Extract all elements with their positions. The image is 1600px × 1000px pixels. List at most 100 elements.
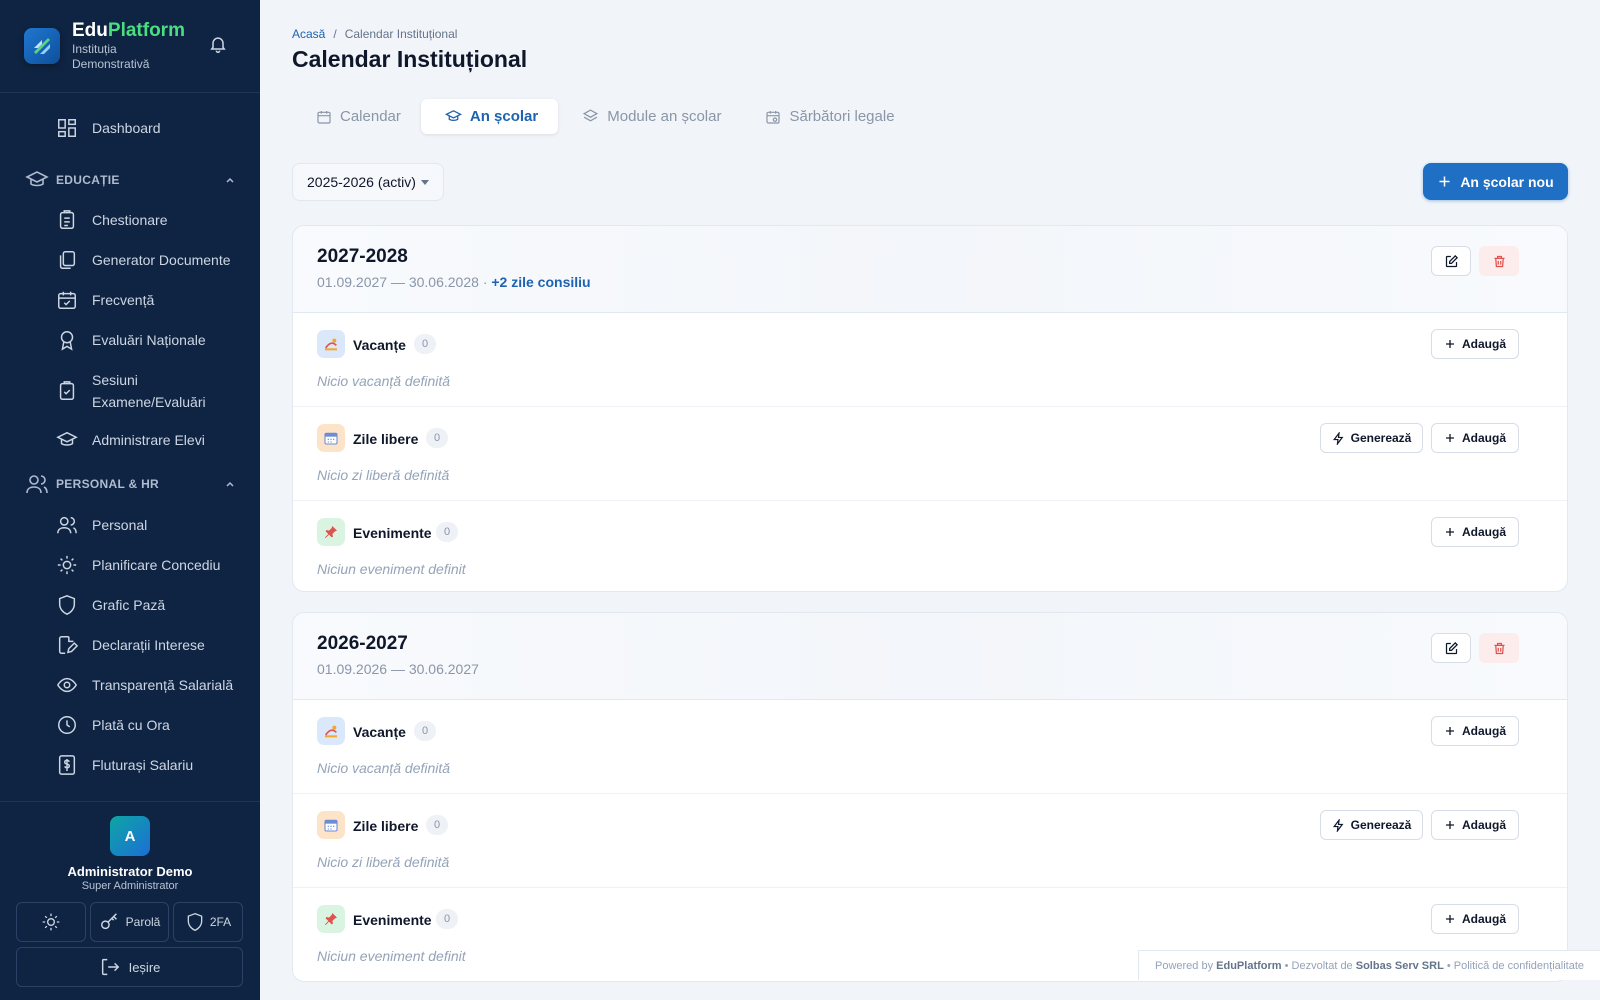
theme-toggle-button[interactable] xyxy=(16,902,86,942)
sidebar-item-personal[interactable]: Personal xyxy=(56,514,147,536)
footer-dev-prefix: • Dezvoltat de xyxy=(1284,959,1353,972)
empty-state-text: Niciun eveniment definit xyxy=(317,561,466,577)
button-label: Generează xyxy=(1350,818,1412,832)
tab-label: An școlar xyxy=(469,108,539,125)
free-days-section: Zile libere 0 Nicio zi liberă definită G… xyxy=(293,794,1567,888)
vacation-icon xyxy=(317,717,345,745)
add-event-button[interactable]: Adaugă xyxy=(1431,517,1519,547)
sidebar-item-label: Plată cu Ora xyxy=(92,717,170,733)
bell-icon[interactable] xyxy=(208,34,228,54)
sidebar-item-declaratii-interese[interactable]: Declarații Interese xyxy=(56,634,205,656)
button-label: Adaugă xyxy=(1461,912,1506,926)
delete-button[interactable] xyxy=(1479,246,1519,276)
plus-icon xyxy=(1444,432,1456,444)
password-button[interactable]: Parolă xyxy=(90,902,169,942)
footer-brand: EduPlatform xyxy=(1216,959,1282,972)
vacations-section: Vacanțe 0 Nicio vacanță definită Adaugă xyxy=(293,700,1567,794)
avatar[interactable]: A xyxy=(110,816,150,856)
sidebar-item-transparenta-salariala[interactable]: Transparență Salarială xyxy=(56,674,233,696)
institution-name: Instituția Demonstrativă xyxy=(72,42,150,71)
sidebar-section-personal-hr[interactable]: PERSONAL & HR xyxy=(24,471,236,497)
file-edit-icon xyxy=(56,634,78,656)
sidebar-item-fluturasi-salariu[interactable]: Fluturași Salariu xyxy=(56,754,193,776)
trash-icon xyxy=(1492,254,1507,269)
users-icon xyxy=(56,514,78,536)
council-days-badge: +2 zile consiliu xyxy=(491,274,591,290)
plus-icon xyxy=(1444,913,1456,925)
add-vacation-button[interactable]: Adaugă xyxy=(1431,329,1519,359)
count-badge: 0 xyxy=(414,334,436,354)
school-year-dates: 01.09.2027 — 30.06.2028 · +2 zile consil… xyxy=(317,274,591,290)
page-title: Calendar Instituțional xyxy=(292,46,528,72)
sidebar-item-sesiuni-examene[interactable]: Sesiuni Examene/Evaluări xyxy=(56,369,212,413)
user-name: Administrator Demo xyxy=(67,864,193,879)
main-content: Acasă / Calendar Instituțional Calendar … xyxy=(260,0,1600,1000)
add-free-day-button[interactable]: Adaugă xyxy=(1431,423,1519,453)
edit-button[interactable] xyxy=(1431,633,1471,663)
sidebar-section-educatie[interactable]: EDUCAȚIE xyxy=(24,167,236,193)
documents-icon xyxy=(56,249,78,271)
logout-button[interactable]: Ieșire xyxy=(16,947,243,987)
count-badge: 0 xyxy=(414,721,436,741)
sun-icon xyxy=(56,554,78,576)
add-vacation-button[interactable]: Adaugă xyxy=(1431,716,1519,746)
new-school-year-button[interactable]: An școlar nou xyxy=(1423,163,1568,200)
sidebar-section-label: EDUCAȚIE xyxy=(56,173,120,187)
calendar-icon xyxy=(317,811,345,839)
count-badge: 0 xyxy=(436,522,458,542)
sidebar-item-planificare-concediu[interactable]: Planificare Concediu xyxy=(56,554,220,576)
plus-icon xyxy=(1444,819,1456,831)
eye-icon xyxy=(56,674,78,696)
sidebar-item-plata-cu-ora[interactable]: Plată cu Ora xyxy=(56,714,170,736)
chevron-up-icon[interactable] xyxy=(224,478,236,490)
sidebar-item-frecventa[interactable]: Frecvență xyxy=(56,289,154,311)
sidebar-item-label: Dashboard xyxy=(92,120,161,136)
chevron-up-icon[interactable] xyxy=(224,174,236,186)
empty-state-text: Nicio vacanță definită xyxy=(317,373,451,389)
button-label: Adaugă xyxy=(1461,431,1506,445)
section-title: Evenimente xyxy=(353,525,432,541)
empty-state-text: Nicio zi liberă definită xyxy=(317,467,450,483)
generate-free-days-button[interactable]: Generează xyxy=(1320,423,1423,453)
tabs: Calendar An școlar Module an școlar Sărb… xyxy=(292,99,915,134)
empty-state-text: Niciun eveniment definit xyxy=(317,948,466,964)
pushpin-icon xyxy=(317,518,345,546)
tab-an-scolar[interactable]: An școlar xyxy=(420,99,559,134)
school-year-select[interactable]: 2025-2026 (activ) xyxy=(292,163,444,201)
pushpin-icon xyxy=(317,905,345,933)
add-free-day-button[interactable]: Adaugă xyxy=(1431,810,1519,840)
sidebar-item-dashboard[interactable]: Dashboard xyxy=(56,117,161,139)
breadcrumb-home-link[interactable]: Acasă xyxy=(292,27,325,41)
count-badge: 0 xyxy=(436,909,458,929)
edit-icon xyxy=(1444,254,1459,269)
trash-icon xyxy=(1492,641,1507,656)
twofa-button[interactable]: 2FA xyxy=(173,902,243,942)
sidebar-item-chestionare[interactable]: Chestionare xyxy=(56,209,168,231)
delete-button[interactable] xyxy=(1479,633,1519,663)
add-event-button[interactable]: Adaugă xyxy=(1431,904,1519,934)
sidebar-item-evaluari-nationale[interactable]: Evaluări Naționale xyxy=(56,329,206,351)
new-school-year-label: An școlar nou xyxy=(1460,173,1554,190)
logout-label: Ieșire xyxy=(128,959,161,975)
school-year-card-header: 2026-2027 01.09.2026 — 30.06.2027 xyxy=(293,613,1567,700)
tab-module-an-scolar[interactable]: Module an școlar xyxy=(558,99,741,134)
tab-calendar[interactable]: Calendar xyxy=(292,99,421,134)
footer-powered: Powered by xyxy=(1155,959,1214,972)
privacy-link[interactable]: • Politică de confidențialitate xyxy=(1447,960,1584,972)
edit-button[interactable] xyxy=(1431,246,1471,276)
school-year-select-value: 2025-2026 (activ) xyxy=(307,174,416,190)
tab-label: Calendar xyxy=(340,108,401,125)
user-panel: A Administrator Demo Super Administrator… xyxy=(0,801,260,1000)
button-label: Adaugă xyxy=(1461,525,1506,539)
sidebar-item-label: Transparență Salarială xyxy=(92,677,234,693)
password-label: Parolă xyxy=(125,915,161,929)
school-year-dates: 01.09.2026 — 30.06.2027 xyxy=(317,661,479,677)
count-badge: 0 xyxy=(426,428,448,448)
sidebar-item-generator-documente[interactable]: Generator Documente xyxy=(56,249,231,271)
sidebar-item-grafic-paza[interactable]: Grafic Pază xyxy=(56,594,165,616)
logout-icon xyxy=(99,956,121,978)
generate-free-days-button[interactable]: Generează xyxy=(1320,810,1423,840)
footer-developer: Solbas Serv SRL xyxy=(1355,959,1444,972)
sidebar-item-administrare-elevi[interactable]: Administrare Elevi xyxy=(56,429,205,451)
tab-sarbatori-legale[interactable]: Sărbători legale xyxy=(741,99,914,134)
